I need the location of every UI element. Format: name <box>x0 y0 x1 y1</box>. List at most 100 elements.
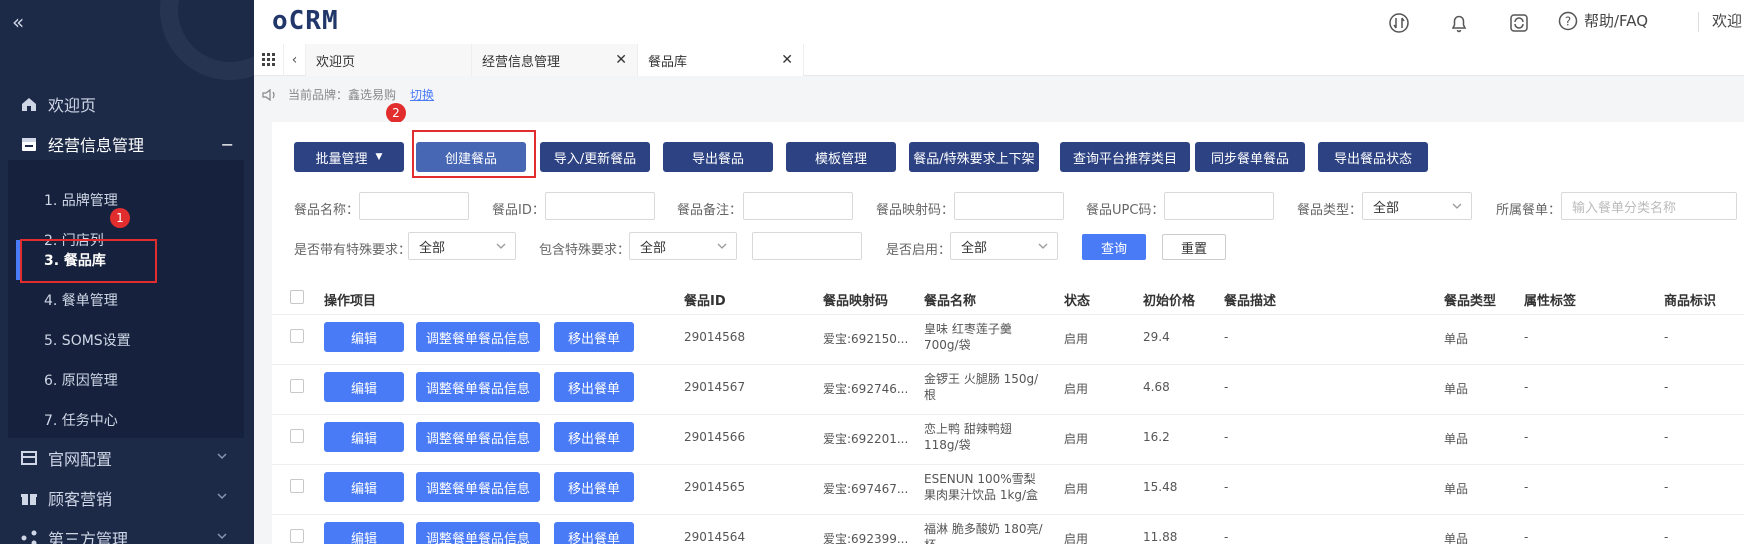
adjust-menu-item-button[interactable]: 调整餐单餐品信息 <box>416 522 540 544</box>
sidebar-item-marketing[interactable]: 顾客营销 <box>0 478 254 518</box>
cell-map-code: 爱宝:697467... <box>823 482 909 496</box>
import-update-button[interactable]: 导入/更新餐品 <box>540 142 650 172</box>
edit-button[interactable]: 编辑 <box>324 422 404 452</box>
gift-icon <box>21 494 37 505</box>
type-filter-select[interactable]: 全部 <box>1362 192 1472 220</box>
chevron-left-icon[interactable]: ‹ <box>284 44 306 76</box>
sidebar-item-welcome[interactable]: 欢迎页 <box>0 84 254 124</box>
edit-button[interactable]: 编辑 <box>324 372 404 402</box>
app-logo: oCRM <box>272 6 339 36</box>
select-all-checkbox[interactable] <box>290 290 304 304</box>
row-checkbox[interactable] <box>290 529 304 543</box>
sidebar-group-business[interactable]: 经营信息管理 − <box>0 124 254 164</box>
input-placeholder: 输入餐单分类名称 <box>1572 200 1677 216</box>
sidebar-item-menu[interactable]: 4. 餐单管理 <box>44 280 118 320</box>
note-filter-input[interactable] <box>743 192 853 220</box>
sidebar-item-brand[interactable]: 1. 品牌管理 <box>44 180 118 220</box>
row-checkbox[interactable] <box>290 479 304 493</box>
edit-button[interactable]: 编辑 <box>324 322 404 352</box>
remove-from-menu-button[interactable]: 移出餐单 <box>554 522 634 544</box>
batch-manage-dropdown[interactable]: 批量管理 ▼ <box>294 142 404 172</box>
name-filter-input[interactable] <box>359 192 469 220</box>
id-filter-input[interactable] <box>545 192 655 220</box>
tab-welcome[interactable]: 欢迎页 <box>306 44 472 76</box>
query-category-button[interactable]: 查询平台推荐类目 <box>1060 142 1190 172</box>
sidebar-item-soms[interactable]: 5. SOMS设置 <box>44 320 131 360</box>
grid-menu-icon[interactable] <box>254 44 284 76</box>
row-divider <box>272 514 1744 515</box>
sidebar-item-third-party[interactable]: 第三方管理 <box>0 518 254 544</box>
reset-button[interactable]: 重置 <box>1162 234 1226 260</box>
cell-mark: - <box>1664 380 1669 394</box>
sidebar-item-website[interactable]: 官网配置 <box>0 438 254 478</box>
template-manage-button[interactable]: 模板管理 <box>786 142 896 172</box>
button-label: 导出餐品状态 <box>1333 151 1412 167</box>
query-button[interactable]: 查询 <box>1082 234 1146 260</box>
remove-from-menu-button[interactable]: 移出餐单 <box>554 422 634 452</box>
note-filter-label: 餐品备注： <box>677 203 743 218</box>
shelf-toggle-button[interactable]: 餐品/特殊要求上下架 <box>909 142 1039 172</box>
switch-brand-link[interactable]: 切换 <box>410 86 434 103</box>
export-products-button[interactable]: 导出餐品 <box>663 142 773 172</box>
chevron-down-icon <box>496 243 506 249</box>
remove-from-menu-button[interactable]: 移出餐单 <box>554 372 634 402</box>
map-filter-input[interactable] <box>954 192 1064 220</box>
edit-button[interactable]: 编辑 <box>324 472 404 502</box>
question-icon: ? <box>1558 11 1578 30</box>
contains-filter-label: 包含特殊要求： <box>539 243 631 258</box>
select-value: 全部 <box>961 240 988 256</box>
close-icon[interactable]: ✕ <box>781 52 793 68</box>
upc-filter-label: 餐品UPC码： <box>1086 203 1165 218</box>
sidebar-item-tasks[interactable]: 7. 任务中心 <box>44 400 118 440</box>
bell-icon[interactable] <box>1448 12 1470 34</box>
cell-desc: - <box>1224 430 1229 444</box>
double-chevron-left-icon[interactable]: « <box>12 10 24 34</box>
sidebar-item-label: 1. 品牌管理 <box>44 193 118 209</box>
row-checkbox[interactable] <box>290 379 304 393</box>
cell-price: 29.4 <box>1143 330 1170 344</box>
cell-status: 启用 <box>1064 432 1089 446</box>
contains-filter-input[interactable] <box>752 232 862 260</box>
cell-map-code: 爱宝:692150... <box>823 332 909 346</box>
cell-type: 单品 <box>1444 382 1469 396</box>
row-checkbox[interactable] <box>290 329 304 343</box>
tab-business[interactable]: 经营信息管理 ✕ <box>472 44 638 76</box>
cell-tag: - <box>1524 530 1529 544</box>
row-checkbox[interactable] <box>290 429 304 443</box>
button-label: 餐品/特殊要求上下架 <box>913 151 1035 167</box>
tab-product-library[interactable]: 餐品库 ✕ <box>638 44 804 76</box>
cell-id: 29014564 <box>684 530 746 544</box>
remove-from-menu-button[interactable]: 移出餐单 <box>554 322 634 352</box>
cell-map-code: 爱宝:692746... <box>823 382 909 396</box>
adjust-menu-item-button[interactable]: 调整餐单餐品信息 <box>416 472 540 502</box>
cell-tag: - <box>1524 330 1529 344</box>
close-icon[interactable]: ✕ <box>615 52 627 68</box>
refresh-icon[interactable] <box>1508 12 1530 34</box>
welcome-user[interactable]: 欢迎 <box>1712 10 1742 31</box>
help-link[interactable]: ? 帮助/FAQ <box>1558 10 1648 31</box>
col-header-desc: 餐品描述 <box>1224 294 1277 309</box>
col-header-name: 餐品名称 <box>924 294 977 309</box>
enabled-filter-select[interactable]: 全部 <box>950 232 1058 260</box>
cell-mark: - <box>1664 430 1669 444</box>
col-header-tags: 属性标签 <box>1524 294 1577 309</box>
adjust-menu-item-button[interactable]: 调整餐单餐品信息 <box>416 372 540 402</box>
menu-filter-input[interactable]: 输入餐单分类名称 <box>1561 192 1737 220</box>
brand-label: 当前品牌：鑫选易购 <box>288 88 397 102</box>
adjust-menu-item-button[interactable]: 调整餐单餐品信息 <box>416 322 540 352</box>
cell-status: 启用 <box>1064 532 1089 544</box>
adjust-menu-item-button[interactable]: 调整餐单餐品信息 <box>416 422 540 452</box>
transfer-icon[interactable] <box>1388 12 1410 34</box>
chevron-down-icon <box>1038 243 1048 249</box>
remove-from-menu-button[interactable]: 移出餐单 <box>554 472 634 502</box>
upc-filter-input[interactable] <box>1164 192 1274 220</box>
export-status-button[interactable]: 导出餐品状态 <box>1318 142 1428 172</box>
sync-menu-button[interactable]: 同步餐单餐品 <box>1195 142 1305 172</box>
step-badge-1: 1 <box>110 208 130 228</box>
button-label: 重置 <box>1180 241 1207 257</box>
sidebar-item-reasons[interactable]: 6. 原因管理 <box>44 360 118 400</box>
edit-button[interactable]: 编辑 <box>324 522 404 544</box>
special-filter-select[interactable]: 全部 <box>408 232 516 260</box>
collapse-group-icon[interactable]: − <box>221 135 234 154</box>
contains-filter-select[interactable]: 全部 <box>629 232 737 260</box>
